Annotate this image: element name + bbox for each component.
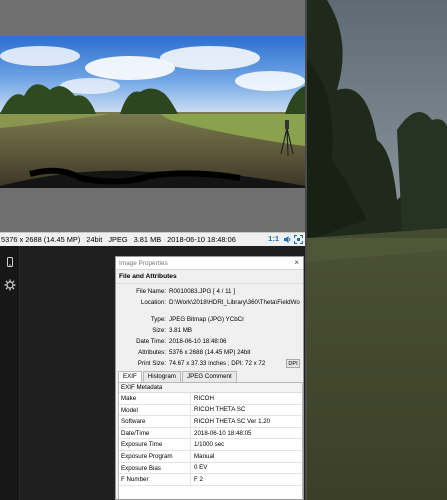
prop-type: Type: JPEG Bitmap (JPG) YCbCr	[150, 316, 245, 323]
table-row[interactable]: Exposure Time 1/1000 sec	[119, 439, 302, 451]
status-bar: 5376 x 2688 (14.45 MP) 24bit JPEG 3.81 M…	[0, 232, 305, 246]
table-row[interactable]: Exposure Bias 0 EV	[119, 462, 302, 475]
prop-attributes: Attributes: 5376 x 2688 (14.45 MP) 24bit	[138, 349, 251, 356]
table-row[interactable]: Date/Time 2018-06-10 18:48:05	[119, 427, 302, 440]
sidebar	[0, 246, 20, 500]
close-button[interactable]: ×	[294, 258, 299, 267]
prop-file-name: File Name: R0010083.JPG [ 4 / 11 ]	[136, 288, 235, 295]
dialog-title: Image Properties	[119, 259, 168, 267]
exif-header: EXIF Metadata	[119, 383, 302, 393]
background-photo	[305, 0, 447, 500]
image-properties-dialog[interactable]: Image Properties × File and Attributes F…	[115, 256, 304, 500]
zoom-ratio-button[interactable]: 1:1	[268, 234, 279, 243]
dpi-button[interactable]: DPI	[286, 359, 300, 368]
status-dimensions: 5376 x 2688 (14.45 MP)	[1, 235, 81, 244]
tab-exif[interactable]: EXIF	[118, 371, 142, 382]
table-row[interactable]: F Number F 2	[119, 474, 302, 486]
table-row[interactable]: Software RICOH THETA SC Ver 1.20	[119, 416, 302, 428]
fit-screen-icon[interactable]	[293, 234, 304, 245]
table-row[interactable]: Make RICOH	[119, 393, 302, 405]
file-attributes-list: File Name: R0010083.JPG [ 4 / 11 ] Locati…	[116, 284, 303, 369]
dialog-title-bar[interactable]: Image Properties ×	[116, 257, 303, 270]
gear-icon[interactable]	[4, 276, 16, 295]
status-filesize: 3.81 MB	[133, 235, 162, 244]
table-row[interactable]: Model RICOH THETA SC	[119, 404, 302, 417]
prop-size: Size: 3.81 MB	[152, 327, 193, 334]
image-viewer[interactable]	[0, 0, 305, 232]
section-title: File and Attributes	[116, 270, 303, 284]
table-row[interactable]: Exposure Program Manual	[119, 450, 302, 463]
status-format: JPEG	[108, 235, 128, 244]
status-bitdepth: 24bit	[86, 235, 103, 244]
status-datetime: 2018-06-10 18:48:06	[167, 235, 236, 244]
prop-location: Location: D:\Work\2018\HDRI_Library\360\T…	[140, 299, 300, 306]
speaker-icon[interactable]	[283, 235, 292, 244]
prop-date-time: Date Time: 2018-06-10 18:48:06	[136, 338, 227, 345]
panorama-image	[0, 36, 305, 188]
phone-icon[interactable]	[5, 252, 15, 271]
tab-histogram[interactable]: Histogram	[142, 371, 181, 382]
properties-tabs: EXIF Histogram JPEG Comment	[118, 371, 238, 382]
prop-print-size: Print Size: 74.67 x 37.33 inches ; DPI: 7…	[116, 358, 303, 369]
tab-jpeg-comment[interactable]: JPEG Comment	[181, 371, 237, 382]
exif-table[interactable]: EXIF Metadata Make RICOH Model RICOH THETA…	[118, 382, 303, 499]
